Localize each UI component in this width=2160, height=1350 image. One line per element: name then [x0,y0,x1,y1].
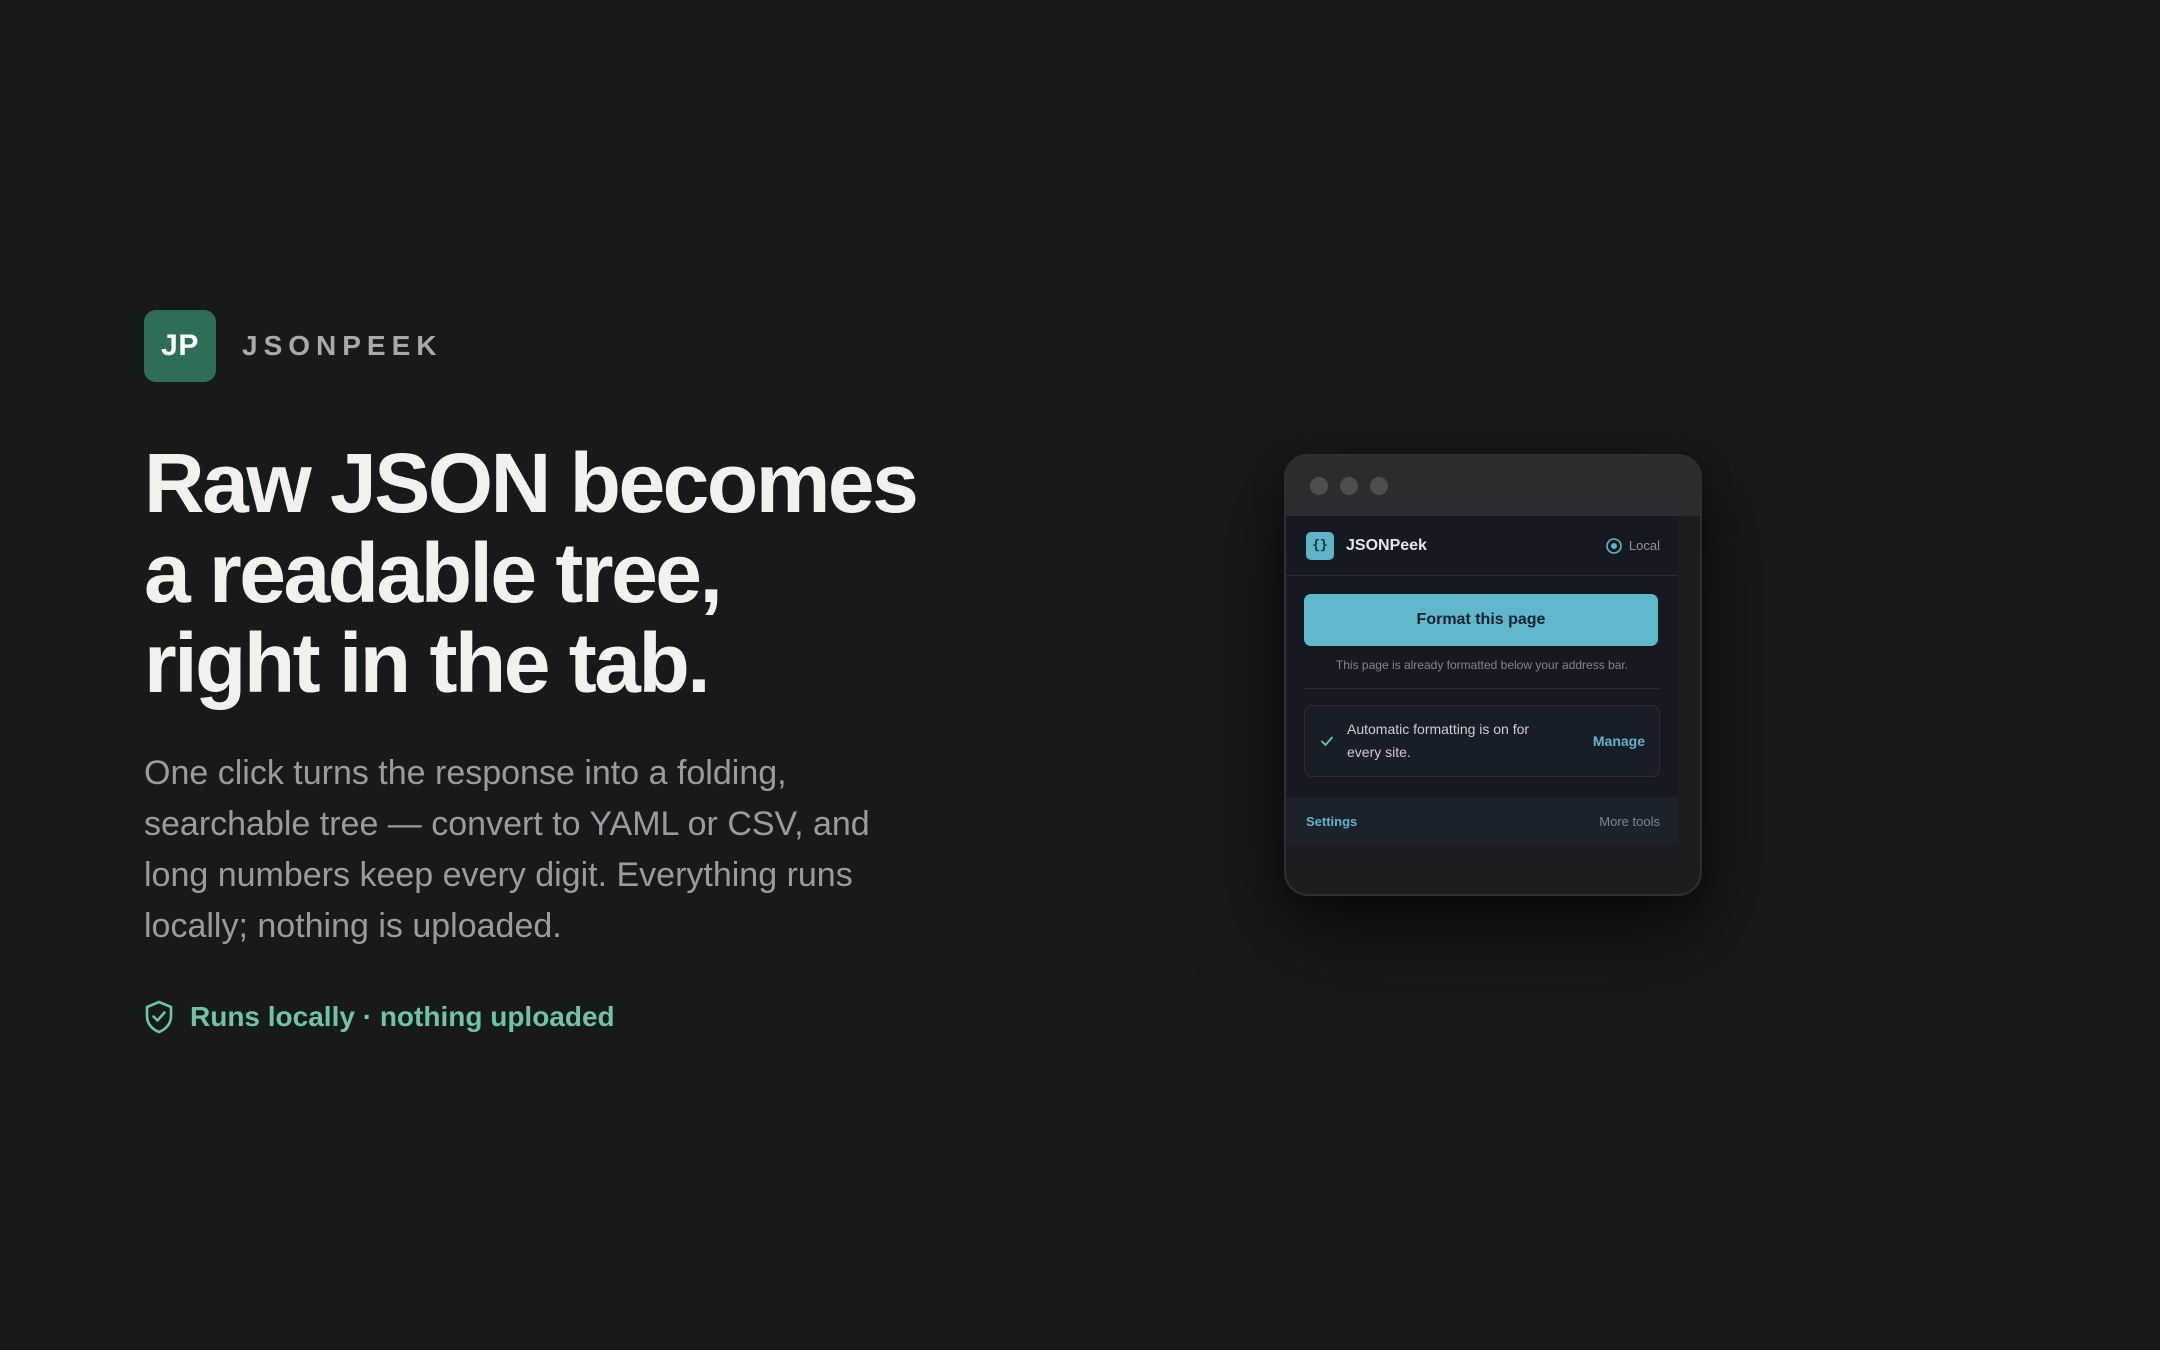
brand-name: JSONPEEK [242,330,443,361]
auto-format-card: Automatic formatting is on for every sit… [1304,705,1660,777]
trust-badge: Runs locally · nothing uploaded [144,1000,615,1034]
local-status: Local [1605,537,1660,555]
check-icon [1321,736,1333,746]
popup-body: Format this page This page is already fo… [1286,576,1678,777]
manage-link[interactable]: Manage [1593,733,1645,749]
shield-check-icon [145,1000,173,1034]
headline-line-3: right in the tab. [144,616,711,710]
hero-description: One click turns the response into a fold… [144,754,870,945]
more-tools-link[interactable]: More tools [1599,814,1660,829]
extension-popup-mockup: {} JSONPeek Local Format this page This … [1284,454,1702,896]
trust-text: Runs locally · nothing uploaded [190,1001,615,1032]
divider [1304,688,1660,689]
hero-headline: Raw JSON becomes a readable tree, right … [144,438,944,708]
format-note: This page is already formatted below you… [1335,658,1629,672]
headline-line-2: a readable tree, [144,526,723,620]
local-status-label: Local [1628,538,1660,553]
window-titlebar [1286,456,1700,516]
popup-title: JSONPeek [1346,536,1427,554]
landing-page: JP JSONPEEK Raw JSON becomes a readable … [0,0,2160,1350]
brand: JP JSONPEEK [144,310,443,382]
popup-panel: {} JSONPeek Local Format this page This … [1286,516,1678,845]
popup-header: {} JSONPeek Local [1286,516,1678,576]
settings-link[interactable]: Settings [1306,814,1357,829]
brand-logo-badge: JP [144,310,216,382]
auto-format-text: Automatic formatting is on for every sit… [1347,721,1530,760]
popup-logo: {} JSONPeek [1306,531,1427,560]
window-close-dot [1310,477,1328,495]
window-minimize-dot [1340,477,1358,495]
format-page-button[interactable]: Format this page [1304,594,1658,646]
popup-footer: Settings More tools [1286,797,1678,845]
braces-icon: {} [1306,531,1334,560]
radio-dot-icon [1606,537,1622,554]
window-zoom-dot [1370,477,1388,495]
headline-line-1: Raw JSON becomes [144,436,919,530]
